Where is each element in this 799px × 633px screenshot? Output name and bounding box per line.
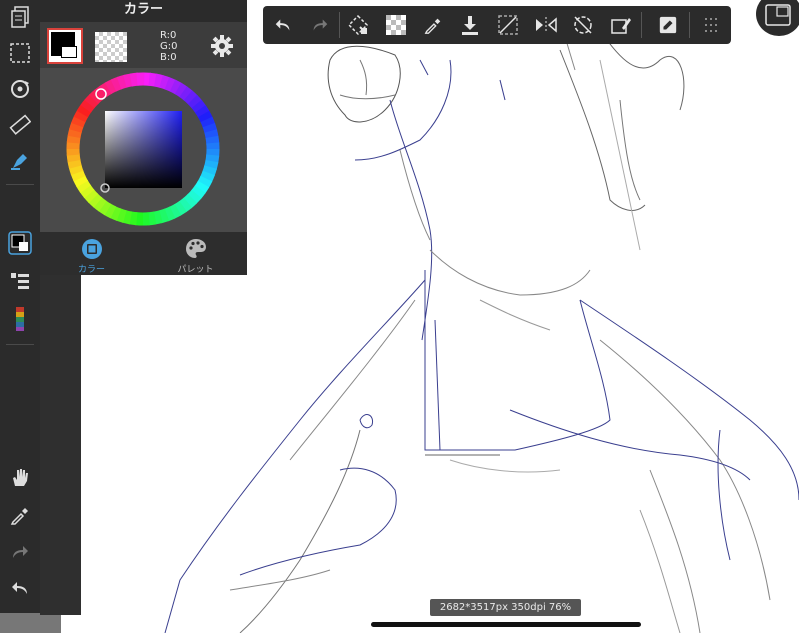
canvas-status-badge: 2682*3517px 350dpi 76%: [430, 599, 581, 616]
top-toolbar: [263, 6, 731, 44]
rgb-readout: R:0 G:0 B:0: [160, 30, 177, 63]
eyedropper-icon[interactable]: [4, 500, 36, 530]
transparent-swatch[interactable]: [95, 32, 127, 62]
color-bar-icon[interactable]: [4, 304, 36, 334]
tab-color-label: カラー: [77, 265, 105, 275]
bottom-strip: [0, 613, 61, 633]
color-wheel[interactable]: [40, 68, 247, 232]
download-icon[interactable]: [455, 10, 485, 40]
color-wheel-area: [40, 68, 247, 232]
color-tab-icon: [82, 239, 102, 259]
tab-palette[interactable]: パレット: [144, 232, 247, 275]
toolbar-divider: [641, 12, 642, 38]
toolbar-divider: [6, 184, 34, 185]
side-panel-column: [40, 275, 81, 615]
color-icon[interactable]: [4, 228, 36, 258]
hand-icon[interactable]: [4, 462, 36, 492]
tab-palette-label: パレット: [177, 265, 214, 275]
panel-tabs: カラー パレット: [40, 232, 247, 275]
window-icon: [765, 4, 791, 26]
panel-title: カラー: [40, 0, 247, 22]
rgb-g: G:0: [160, 41, 178, 52]
palette-icon: [186, 239, 206, 258]
home-indicator[interactable]: [371, 622, 641, 627]
redo-icon[interactable]: [305, 10, 335, 40]
lasso-fill-icon[interactable]: [343, 10, 373, 40]
color-panel: カラー R:0 G:0 B:0 カラー パレット: [40, 0, 247, 275]
toolbar-divider: [339, 12, 340, 38]
swatch-row: R:0 G:0 B:0: [40, 26, 247, 66]
rgb-b: B:0: [160, 52, 177, 63]
grid-icon[interactable]: [696, 10, 726, 40]
value-overlay: [105, 111, 182, 188]
redo-icon[interactable]: [4, 538, 36, 568]
layers-icon[interactable]: [4, 2, 36, 32]
layer-list-icon[interactable]: [4, 266, 36, 296]
flip-icon[interactable]: [531, 10, 561, 40]
foreground-swatch[interactable]: [47, 28, 83, 64]
background-color: [61, 46, 77, 58]
deselect-icon[interactable]: [493, 10, 523, 40]
undo-icon[interactable]: [268, 10, 298, 40]
transparent-icon[interactable]: [381, 10, 411, 40]
brush-icon[interactable]: [4, 146, 36, 176]
selection-icon[interactable]: [4, 38, 36, 68]
eyedropper-icon[interactable]: [418, 10, 448, 40]
tab-color[interactable]: カラー: [40, 232, 143, 275]
edit-icon[interactable]: [653, 10, 683, 40]
eraser-icon[interactable]: [606, 10, 636, 40]
undo-icon[interactable]: [4, 574, 36, 604]
rgb-r: R:0: [160, 30, 177, 41]
toolbar-divider: [6, 344, 34, 345]
rotate-icon[interactable]: [568, 10, 598, 40]
transform-icon[interactable]: [4, 74, 36, 104]
toolbar-divider: [689, 12, 690, 38]
gear-icon[interactable]: [210, 34, 234, 58]
ruler-icon[interactable]: [4, 110, 36, 140]
left-toolbar: [0, 0, 61, 633]
